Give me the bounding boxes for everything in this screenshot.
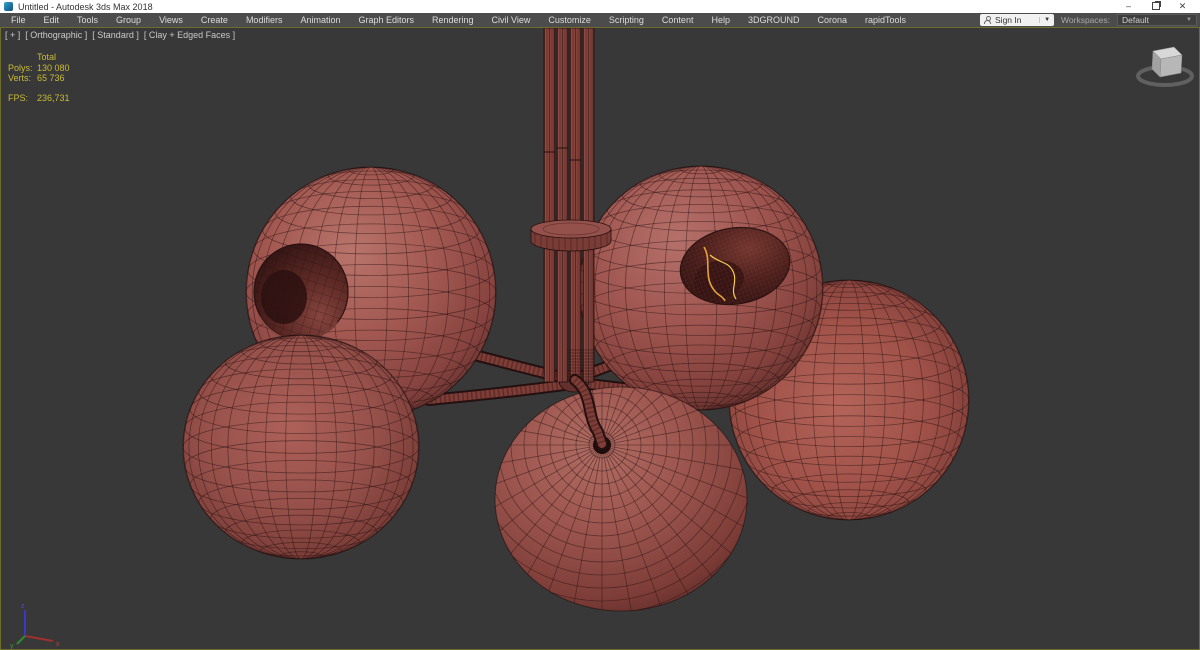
viewport-general-menu[interactable]: [ + ] — [5, 30, 20, 40]
stats-polys-label: Polys: — [8, 62, 33, 73]
viewport-render-setting-menu[interactable]: [ Standard ] — [92, 30, 139, 40]
menu-item-customize[interactable]: Customize — [539, 15, 600, 25]
menu-item-group[interactable]: Group — [107, 15, 150, 25]
title-bar: Untitled - Autodesk 3ds Max 2018 – ✕ — [0, 0, 1200, 13]
chandelier-canopy[interactable] — [530, 219, 612, 252]
workspaces-dropdown[interactable]: Default ▼ — [1117, 14, 1197, 26]
menu-item-file[interactable]: File — [2, 15, 35, 25]
menu-item-3dground[interactable]: 3DGROUND — [739, 15, 809, 25]
menu-item-help[interactable]: Help — [702, 15, 739, 25]
menu-item-rapidtools[interactable]: rapidTools — [856, 15, 915, 25]
axis-tripod: z x y — [10, 603, 60, 649]
viewport-shading-menu[interactable]: [ Clay + Edged Faces ] — [144, 30, 235, 40]
viewport-pov-menu[interactable]: [ Orthographic ] — [25, 30, 87, 40]
stats-fps-value: 236,731 — [37, 92, 70, 103]
chandelier-rod[interactable] — [543, 28, 595, 383]
viewport-label: [ + ] [ Orthographic ] [ Standard ] [ Clay … — [5, 30, 235, 40]
menu-item-modifiers[interactable]: Modifiers — [237, 15, 292, 25]
svg-text:z: z — [21, 603, 25, 610]
sign-in-button[interactable]: Sign In ▼ — [980, 14, 1055, 26]
restore-icon — [1151, 2, 1160, 10]
workspaces-label: Workspaces: — [1061, 15, 1110, 25]
shade-opening — [253, 243, 349, 342]
stats-total-header: Total — [37, 52, 57, 62]
sign-in-label: Sign In — [995, 15, 1022, 25]
menu-item-tools[interactable]: Tools — [68, 15, 107, 25]
workspaces-value: Default — [1122, 15, 1149, 25]
menu-item-edit[interactable]: Edit — [35, 15, 69, 25]
restore-button[interactable] — [1142, 0, 1169, 13]
menu-item-rendering[interactable]: Rendering — [423, 15, 483, 25]
svg-text:y: y — [10, 643, 14, 649]
menu-bar: File Edit Tools Group Views Create Modifiers An… — [0, 13, 1200, 27]
stats-verts-value: 65 736 — [37, 73, 65, 83]
window-title: Untitled - Autodesk 3ds Max 2018 — [18, 1, 153, 12]
minimize-button[interactable]: – — [1115, 0, 1142, 13]
stats-polys-value: 130 080 — [37, 62, 70, 73]
close-button[interactable]: ✕ — [1169, 0, 1196, 13]
view-cube[interactable] — [1136, 46, 1194, 87]
statistics-overlay: Total Polys: 130 080 Verts: 65 736 FPS: 236… — [8, 52, 70, 103]
menu-item-corona[interactable]: Corona — [808, 15, 856, 25]
menu-item-scripting[interactable]: Scripting — [600, 15, 653, 25]
viewport[interactable]: z x y [ + ][ Orthographic ][ Standard ][… — [0, 27, 1200, 650]
menu-item-views[interactable]: Views — [150, 15, 192, 25]
chevron-down-icon[interactable]: ▼ — [1039, 17, 1050, 23]
menu-item-civil-view[interactable]: Civil View — [483, 15, 540, 25]
menu-item-content[interactable]: Content — [653, 15, 703, 25]
menu-item-animation[interactable]: Animation — [291, 15, 349, 25]
menu-item-graph-editors[interactable]: Graph Editors — [349, 15, 423, 25]
user-icon — [984, 16, 992, 24]
chevron-down-icon: ▼ — [1186, 17, 1192, 23]
app-icon-3dsmax — [4, 2, 13, 11]
stats-fps-label: FPS: — [8, 92, 29, 103]
viewport-scene[interactable]: z x y — [1, 28, 1199, 649]
stats-verts-label: Verts: — [8, 73, 32, 83]
svg-text:x: x — [56, 641, 60, 648]
menu-item-create[interactable]: Create — [192, 15, 237, 25]
